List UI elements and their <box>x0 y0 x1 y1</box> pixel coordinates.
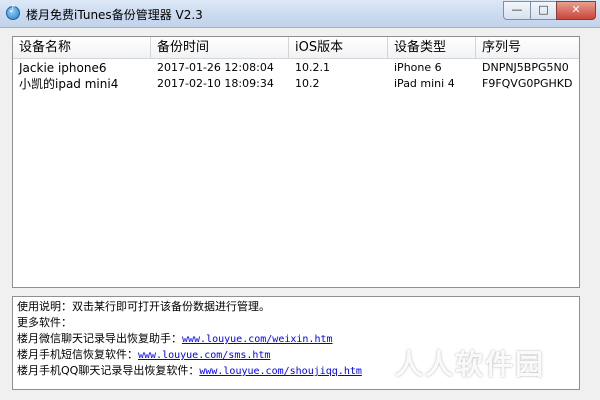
cell-backup-time: 2017-01-26 12:08:04 <box>157 61 274 74</box>
watermark-text: 人人软件园 <box>395 348 546 381</box>
software-link-shoujiqq[interactable]: www.louyue.com/shoujiqq.htm <box>199 366 362 377</box>
column-header-device-type[interactable]: 设备类型 <box>388 37 476 58</box>
itunes-app-icon <box>6 4 20 20</box>
cell-serial-number: DNPNJ5BPG5N0 <box>482 61 569 74</box>
column-header-device-name[interactable]: 设备名称 <box>13 37 151 58</box>
cell-device-name: Jackie iphone6 <box>19 61 107 75</box>
cell-device-type: iPad mini 4 <box>394 77 455 90</box>
cell-backup-time: 2017-02-10 18:09:34 <box>157 77 274 90</box>
software-item-label: 楼月手机QQ聊天记录导出恢复软件： <box>17 364 200 377</box>
column-header-backup-time[interactable]: 备份时间 <box>151 37 289 58</box>
cell-serial-number: F9FQVG0PGHKD <box>482 77 573 90</box>
maximize-button[interactable]: □ <box>530 1 557 20</box>
software-item-label: 楼月微信聊天记录导出恢复助手： <box>17 332 182 345</box>
usage-instructions: 使用说明：双击某行即可打开该备份数据进行管理。 <box>17 300 270 313</box>
cell-device-type: iPhone 6 <box>394 61 442 74</box>
cell-ios-version: 10.2.1 <box>295 61 330 74</box>
window-title: 楼月免费iTunes备份管理器 V2.3 <box>26 8 203 22</box>
title-bar[interactable]: 楼月免费iTunes备份管理器 V2.3 — □ ✕ <box>0 0 600 28</box>
minimize-button[interactable]: — <box>503 1 531 20</box>
column-header-serial-number[interactable]: 序列号 <box>476 37 579 58</box>
more-software-label: 更多软件： <box>17 316 72 329</box>
close-button[interactable]: ✕ <box>556 1 596 20</box>
cell-ios-version: 10.2 <box>295 77 320 90</box>
software-item-label: 楼月手机短信恢复软件： <box>17 348 138 361</box>
cell-device-name: 小凯的ipad mini4 <box>19 77 119 91</box>
table-row[interactable]: Jackie iphone6 2017-01-26 12:08:04 10.2.… <box>13 60 579 76</box>
backup-list[interactable]: 设备名称 备份时间 iOS版本 设备类型 序列号 Jackie iphone6 … <box>12 36 580 288</box>
list-header: 设备名称 备份时间 iOS版本 设备类型 序列号 <box>13 37 579 59</box>
software-link-weixin[interactable]: www.louyue.com/weixin.htm <box>182 334 333 345</box>
table-row[interactable]: 小凯的ipad mini4 2017-02-10 18:09:34 10.2 i… <box>13 76 579 92</box>
column-header-ios-version[interactable]: iOS版本 <box>289 37 388 58</box>
software-link-sms[interactable]: www.louyue.com/sms.htm <box>138 350 270 361</box>
